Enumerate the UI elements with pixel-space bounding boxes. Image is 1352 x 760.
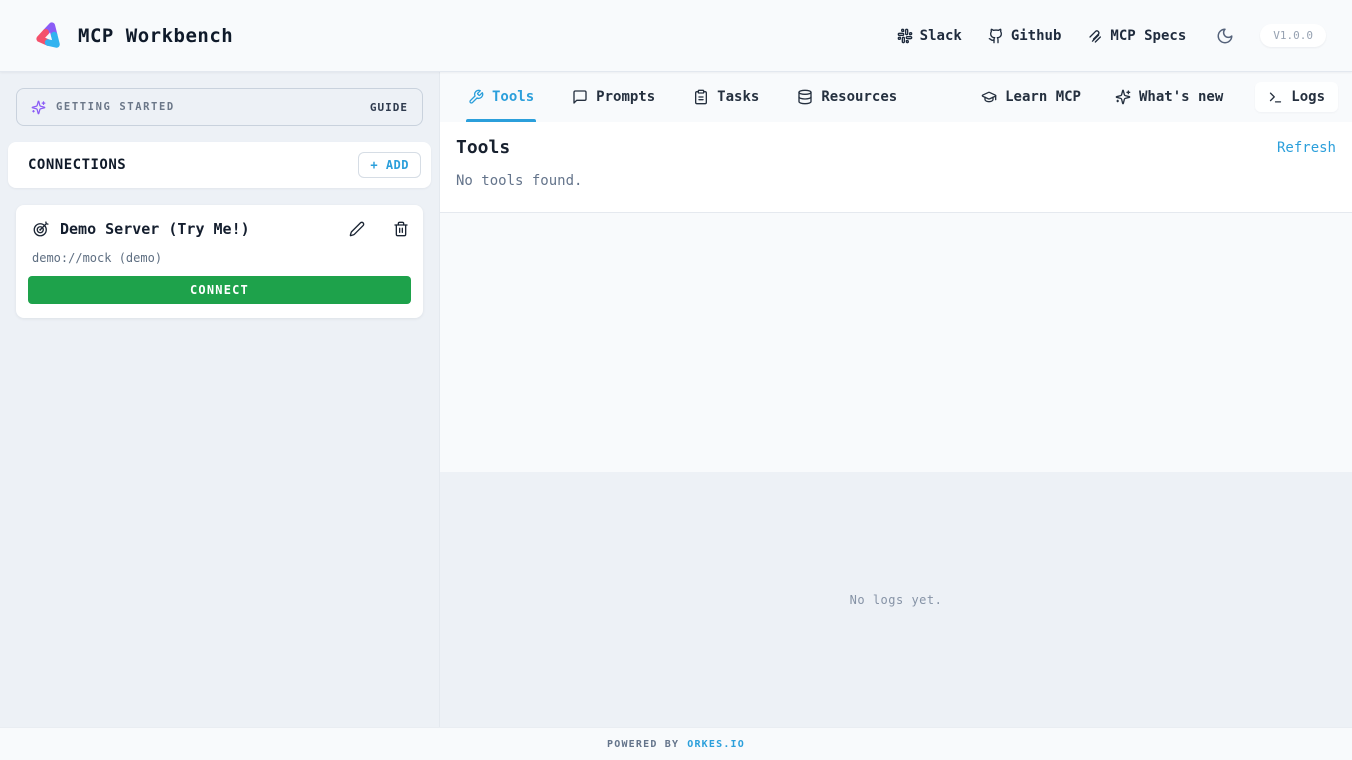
tab-resources[interactable]: Resources <box>795 72 899 122</box>
header-actions: Slack Github MCP Specs V1.0.0 <box>897 24 1326 47</box>
tab-label: Tools <box>492 89 535 105</box>
clipboard-icon <box>693 89 709 105</box>
tab-bar: Tools Prompts Tasks Resources Learn MCP … <box>440 72 1352 122</box>
tools-panel-title: Tools <box>456 137 511 158</box>
tab-bar-right: Learn MCP What's new Logs <box>979 72 1338 122</box>
nav-link-label: Slack <box>919 27 962 44</box>
nav-link-mcp-specs[interactable]: MCP Specs <box>1087 28 1186 44</box>
main-panel: Tools Prompts Tasks Resources Learn MCP … <box>440 72 1352 727</box>
connections-header: CONNECTIONS + ADD <box>8 142 431 188</box>
app-root: MCP Workbench Slack Github MCP Specs V1.… <box>0 0 1352 760</box>
edit-server-button[interactable] <box>347 219 367 239</box>
target-dart-icon <box>32 220 50 238</box>
header: MCP Workbench Slack Github MCP Specs V1.… <box>0 0 1352 72</box>
tab-label: Tasks <box>717 89 760 105</box>
tab-label: Logs <box>1291 89 1325 105</box>
pencil-icon <box>349 221 365 237</box>
tab-learn-mcp[interactable]: Learn MCP <box>979 89 1083 105</box>
body: GETTING STARTED GUIDE CONNECTIONS + ADD … <box>0 72 1352 727</box>
trash-icon <box>393 221 409 237</box>
message-square-icon <box>572 89 588 105</box>
sparkles-icon <box>1115 89 1131 105</box>
tools-panel: Tools Refresh No tools found. <box>440 122 1352 213</box>
tab-whats-new[interactable]: What's new <box>1113 89 1225 105</box>
nav-link-slack[interactable]: Slack <box>897 28 962 44</box>
database-icon <box>797 89 813 105</box>
server-url: demo://mock (demo) <box>32 251 163 265</box>
getting-started-banner[interactable]: GETTING STARTED GUIDE <box>16 88 423 126</box>
workspace-empty-area <box>440 213 1352 472</box>
tools-panel-header: Tools Refresh <box>456 137 1336 158</box>
tools-empty-message: No tools found. <box>456 173 583 189</box>
moon-icon <box>1216 27 1234 45</box>
nav-link-label: Github <box>1010 27 1062 44</box>
version-badge: V1.0.0 <box>1260 24 1326 47</box>
app-logo-icon <box>34 21 64 51</box>
graduation-cap-icon <box>981 89 997 105</box>
guide-button[interactable]: GUIDE <box>370 101 408 114</box>
slack-icon <box>897 28 913 44</box>
server-card-header: Demo Server (Try Me!) <box>28 219 411 239</box>
server-name: Demo Server (Try Me!) <box>60 220 250 238</box>
mcp-specs-icon <box>1087 28 1103 44</box>
nav-link-github[interactable]: Github <box>988 27 1062 44</box>
app-title: MCP Workbench <box>78 24 234 47</box>
tab-label: Prompts <box>596 89 656 105</box>
header-brand: MCP Workbench <box>34 21 233 51</box>
tab-logs[interactable]: Logs <box>1255 82 1338 112</box>
orkes-link[interactable]: ORKES.IO <box>687 739 745 750</box>
sidebar: GETTING STARTED GUIDE CONNECTIONS + ADD … <box>0 72 440 727</box>
delete-server-button[interactable] <box>391 219 411 239</box>
theme-toggle-button[interactable] <box>1216 27 1234 45</box>
getting-started-label: GETTING STARTED <box>56 101 175 113</box>
wrench-icon <box>468 89 484 105</box>
github-icon <box>988 28 1004 44</box>
refresh-link[interactable]: Refresh <box>1277 140 1336 156</box>
logs-empty-message: No logs yet. <box>849 592 943 607</box>
tab-tasks[interactable]: Tasks <box>691 72 761 122</box>
logs-panel: No logs yet. <box>440 472 1352 727</box>
footer: POWERED BY ORKES.IO <box>0 727 1352 760</box>
server-card: Demo Server (Try Me!) demo://mock (demo)… <box>16 205 423 318</box>
tab-tools[interactable]: Tools <box>466 72 537 122</box>
tab-prompts[interactable]: Prompts <box>570 72 657 122</box>
tab-label: Learn MCP <box>1005 89 1081 105</box>
powered-by-label: POWERED BY <box>607 738 680 750</box>
nav-link-label: MCP Specs <box>1110 27 1187 44</box>
tab-label: What's new <box>1138 89 1224 105</box>
terminal-icon <box>1268 90 1283 105</box>
connections-title: CONNECTIONS <box>28 157 127 173</box>
sparkles-icon <box>31 100 46 115</box>
tab-label: Resources <box>821 89 898 105</box>
add-connection-button[interactable]: + ADD <box>358 152 421 178</box>
connect-button[interactable]: CONNECT <box>28 276 411 304</box>
